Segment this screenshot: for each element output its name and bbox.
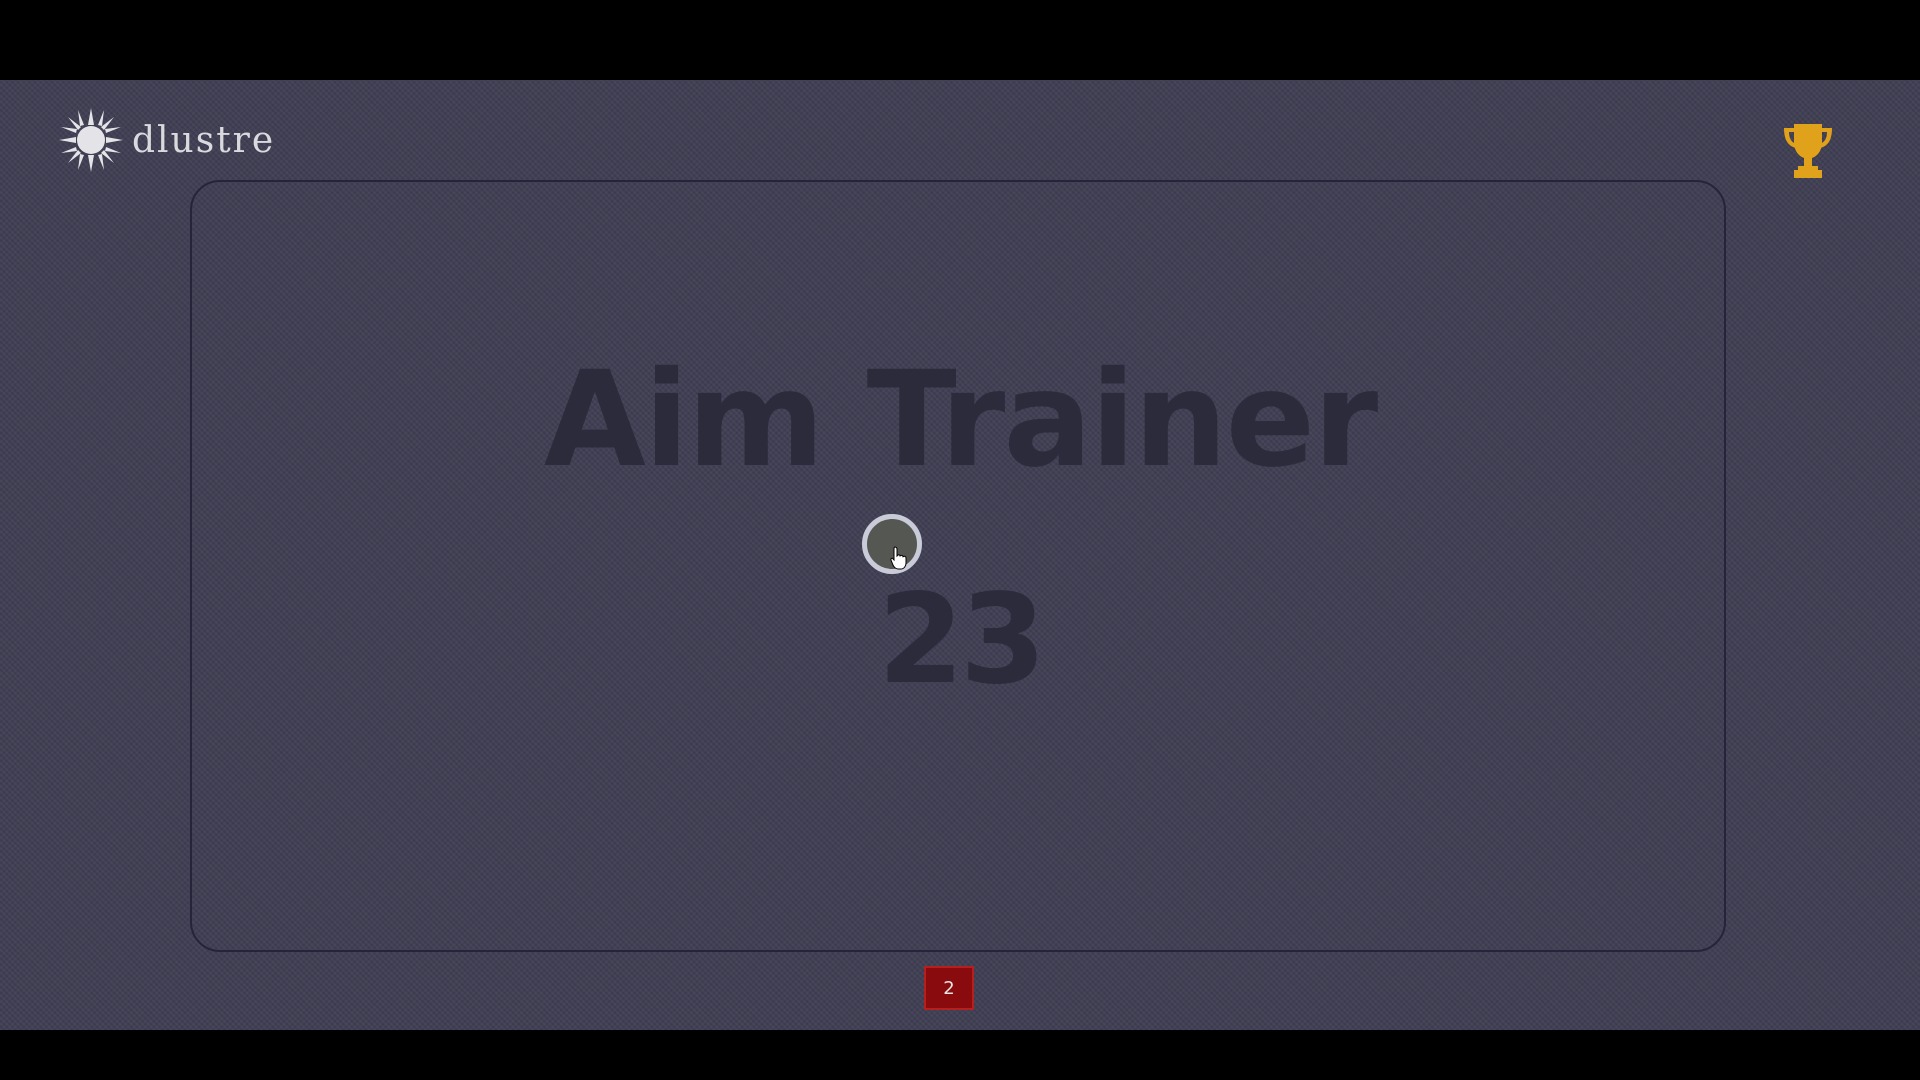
hand-cursor-icon (890, 546, 907, 570)
letterbox-bottom (0, 1030, 1920, 1080)
score-display: 23 (877, 568, 1047, 712)
game-title: Aim Trainer (543, 343, 1378, 497)
brand-logo[interactable]: dlustre (58, 106, 275, 174)
brand-name: dlustre (132, 119, 276, 161)
counter-badge: 2 (924, 966, 974, 1010)
trophy-icon[interactable] (1780, 122, 1836, 180)
sun-logo-icon (59, 108, 123, 172)
game-area[interactable] (190, 180, 1726, 952)
letterbox-top (0, 0, 1920, 80)
